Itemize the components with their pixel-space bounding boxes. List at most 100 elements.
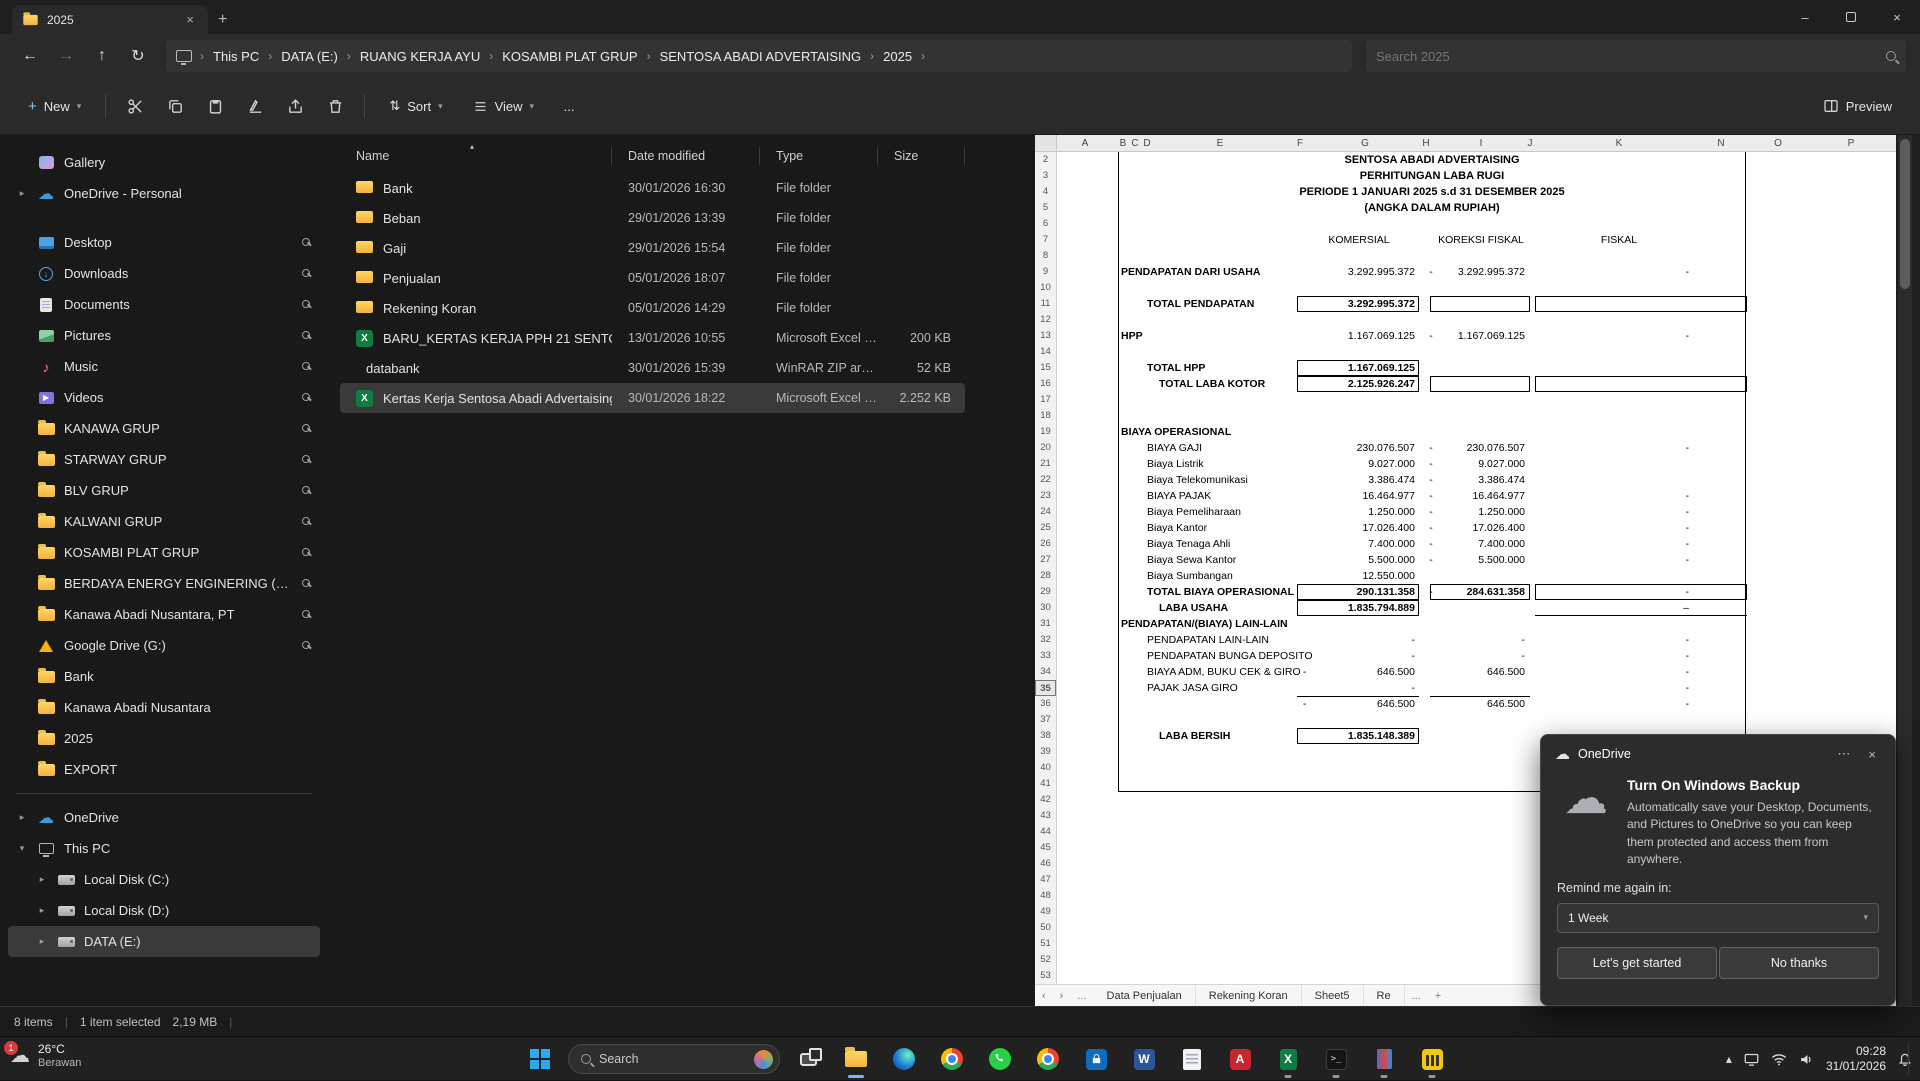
sidebar-item-berdaya-energy-enginering-bee-grup[interactable]: BERDAYA ENERGY ENGINERING (BEE) GRUP bbox=[8, 568, 320, 599]
sidebar-item-videos[interactable]: ▶Videos bbox=[8, 382, 320, 413]
paste-button[interactable] bbox=[198, 89, 232, 123]
taskbar-icon-whatsapp[interactable] bbox=[980, 1039, 1020, 1079]
sidebar-item-onedrive[interactable]: ▸☁OneDrive bbox=[8, 802, 320, 833]
taskbar-icon-excel[interactable]: X bbox=[1268, 1039, 1308, 1079]
get-started-button[interactable]: Let's get started bbox=[1557, 947, 1717, 979]
sidebar-item-blv-grup[interactable]: BLV GRUP bbox=[8, 475, 320, 506]
taskbar-icon-chrome[interactable] bbox=[932, 1039, 972, 1079]
search-box[interactable] bbox=[1366, 40, 1906, 72]
share-button[interactable] bbox=[278, 89, 312, 123]
rename-button[interactable] bbox=[238, 89, 272, 123]
breadcrumb-item[interactable]: KOSAMBI PLAT GRUP bbox=[495, 46, 644, 67]
sidebar-item-kanawa-grup[interactable]: KANAWA GRUP bbox=[8, 413, 320, 444]
sidebar-item-this-pc[interactable]: ▾This PC bbox=[8, 833, 320, 864]
column-header-size[interactable]: Size bbox=[878, 147, 965, 165]
sheet-tab-overflow[interactable]: ... bbox=[1405, 990, 1428, 1002]
sidebar-item-kanawa-abadi-nusantara[interactable]: Kanawa Abadi Nusantara bbox=[8, 692, 320, 723]
show-desktop-button[interactable] bbox=[1908, 1043, 1912, 1075]
copy-button[interactable] bbox=[158, 89, 192, 123]
sidebar-item-gallery[interactable]: Gallery bbox=[8, 147, 320, 178]
file-row[interactable]: XBARU_KERTAS KERJA PPH 21 SENTOSA A...13… bbox=[340, 323, 965, 353]
remind-dropdown[interactable]: 1 Week ▾ bbox=[1557, 903, 1879, 933]
sidebar-item-google-drive-g[interactable]: Google Drive (G:) bbox=[8, 630, 320, 661]
taskbar-icon-terminal[interactable]: >_ bbox=[1316, 1039, 1356, 1079]
taskbar-search[interactable]: Search bbox=[568, 1044, 780, 1074]
weather-widget[interactable]: ☁ 1 26°C Berawan bbox=[10, 1042, 81, 1070]
tab-close-icon[interactable]: × bbox=[182, 12, 198, 27]
forward-button[interactable]: → bbox=[50, 40, 82, 72]
sheet-tab-scroll[interactable]: ‹ bbox=[1035, 990, 1053, 1002]
breadcrumb-item[interactable]: This PC bbox=[206, 46, 266, 67]
column-header-type[interactable]: Type bbox=[760, 147, 878, 165]
sheet-tab[interactable]: Data Penjualan bbox=[1094, 985, 1196, 1006]
close-button[interactable]: × bbox=[1874, 0, 1920, 34]
sidebar-item-kalwani-grup[interactable]: KALWANI GRUP bbox=[8, 506, 320, 537]
minimize-button[interactable]: – bbox=[1782, 0, 1828, 34]
scrollbar-thumb[interactable] bbox=[1900, 139, 1910, 289]
taskbar-icon-store[interactable] bbox=[1076, 1039, 1116, 1079]
sidebar-item-kosambi-plat-grup[interactable]: KOSAMBI PLAT GRUP bbox=[8, 537, 320, 568]
sidebar-item-music[interactable]: ♪Music bbox=[8, 351, 320, 382]
taskbar-icon-winrar[interactable] bbox=[1364, 1039, 1404, 1079]
file-row[interactable]: databank30/01/2026 15:39WinRAR ZIP archi… bbox=[340, 353, 965, 383]
display-tray-icon[interactable] bbox=[1744, 1053, 1759, 1066]
sidebar-item-documents[interactable]: Documents bbox=[8, 289, 320, 320]
taskbar-icon-acrobat[interactable]: A bbox=[1220, 1039, 1260, 1079]
preview-toggle[interactable]: Preview bbox=[1811, 91, 1904, 121]
hidden-icons-chevron[interactable]: ▴ bbox=[1726, 1052, 1732, 1066]
notification-close-icon[interactable]: × bbox=[1863, 747, 1881, 762]
column-header-date-modified[interactable]: Date modified bbox=[612, 147, 760, 165]
back-button[interactable]: ← bbox=[14, 40, 46, 72]
taskbar-icon-file-explorer[interactable] bbox=[836, 1039, 876, 1079]
add-sheet-button[interactable]: + bbox=[1428, 990, 1448, 1002]
taskbar-icon-power-bi[interactable] bbox=[1412, 1039, 1452, 1079]
refresh-button[interactable]: ↻ bbox=[122, 40, 154, 72]
delete-button[interactable] bbox=[318, 89, 352, 123]
clock[interactable]: 09:28 31/01/2026 bbox=[1826, 1044, 1886, 1074]
taskbar-icon-edge[interactable] bbox=[884, 1039, 924, 1079]
sidebar-item-desktop[interactable]: Desktop bbox=[8, 227, 320, 258]
breadcrumb-item[interactable]: DATA (E:) bbox=[274, 46, 345, 67]
new-tab-button[interactable]: + bbox=[218, 11, 227, 29]
start-button[interactable] bbox=[520, 1039, 560, 1079]
more-button[interactable]: ... bbox=[552, 89, 586, 123]
explorer-tab[interactable]: 2025 × bbox=[12, 5, 208, 34]
new-button[interactable]: + New ▾ bbox=[16, 91, 93, 122]
sidebar-item-2025[interactable]: 2025 bbox=[8, 723, 320, 754]
column-header-name[interactable]: Name▴ bbox=[340, 147, 612, 165]
taskbar-icon-word[interactable]: W bbox=[1124, 1039, 1164, 1079]
sidebar-item-starway-grup[interactable]: STARWAY GRUP bbox=[8, 444, 320, 475]
sidebar-item-local-disk-c[interactable]: ▸Local Disk (C:) bbox=[8, 864, 320, 895]
up-button[interactable]: ↑ bbox=[86, 40, 118, 72]
volume-icon[interactable] bbox=[1799, 1053, 1814, 1066]
file-row[interactable]: Rekening Koran05/01/2026 14:29File folde… bbox=[340, 293, 965, 323]
sidebar-item-export[interactable]: EXPORT bbox=[8, 754, 320, 785]
view-button[interactable]: View ▾ bbox=[461, 92, 546, 121]
file-row[interactable]: Beban29/01/2026 13:39File folder bbox=[340, 203, 965, 233]
sidebar-item-bank[interactable]: Bank bbox=[8, 661, 320, 692]
no-thanks-button[interactable]: No thanks bbox=[1719, 947, 1879, 979]
taskbar-icon-notepad[interactable] bbox=[1172, 1039, 1212, 1079]
notification-more-icon[interactable]: ⋯ bbox=[1832, 746, 1855, 762]
breadcrumb-item[interactable]: SENTOSA ABADI ADVERTAISING bbox=[653, 46, 869, 67]
sheet-tab[interactable]: Re bbox=[1364, 985, 1405, 1006]
sidebar-item-data-e[interactable]: ▸DATA (E:) bbox=[8, 926, 320, 957]
sheet-tab-menu[interactable]: ... bbox=[1070, 990, 1093, 1002]
sidebar-item-pictures[interactable]: Pictures bbox=[8, 320, 320, 351]
sort-button[interactable]: ⇅ Sort ▾ bbox=[377, 91, 454, 121]
cut-button[interactable] bbox=[118, 89, 152, 123]
sheet-tab[interactable]: Sheet5 bbox=[1302, 985, 1364, 1006]
wifi-icon[interactable] bbox=[1771, 1053, 1787, 1066]
file-row[interactable]: Penjualan05/01/2026 18:07File folder bbox=[340, 263, 965, 293]
preview-scrollbar[interactable] bbox=[1898, 135, 1912, 1006]
sheet-tab-scroll[interactable]: › bbox=[1053, 990, 1071, 1002]
taskbar-icon-task-view[interactable] bbox=[788, 1039, 828, 1079]
breadcrumb-item[interactable]: RUANG KERJA AYU bbox=[353, 46, 487, 67]
file-row[interactable]: Gaji29/01/2026 15:54File folder bbox=[340, 233, 965, 263]
sidebar-item-downloads[interactable]: ↓Downloads bbox=[8, 258, 320, 289]
sidebar-item-kanawa-abadi-nusantara-pt[interactable]: Kanawa Abadi Nusantara, PT bbox=[8, 599, 320, 630]
file-row[interactable]: Bank30/01/2026 16:30File folder bbox=[340, 173, 965, 203]
sidebar-item-onedrive-personal[interactable]: ▸☁OneDrive - Personal bbox=[8, 178, 320, 209]
maximize-button[interactable] bbox=[1828, 0, 1874, 34]
file-row[interactable]: XKertas Kerja Sentosa Abadi Advertaising… bbox=[340, 383, 965, 413]
